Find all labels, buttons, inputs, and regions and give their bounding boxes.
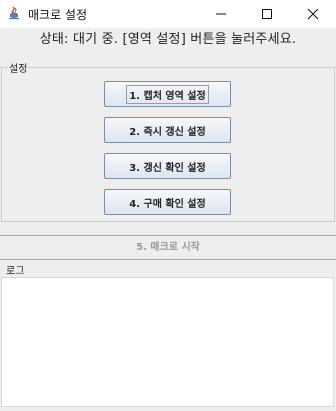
minimize-icon <box>216 13 226 15</box>
start-macro-button[interactable]: 5. 매크로 시작 <box>0 237 336 259</box>
maximize-icon <box>262 9 272 19</box>
separator-top <box>0 235 336 236</box>
close-icon <box>307 8 319 20</box>
maximize-button[interactable] <box>244 0 290 28</box>
settings-group-title: 설정 <box>8 60 29 75</box>
purchase-check-button[interactable]: 4. 구매 확인 설정 <box>104 189 231 215</box>
minimize-button[interactable] <box>198 0 244 28</box>
log-textarea[interactable] <box>1 277 334 407</box>
capture-area-button-label: 1. 캡처 영역 설정 <box>126 84 209 104</box>
status-label: 상태: 대기 중. [영역 설정] 버튼을 눌러주세요. <box>39 32 297 47</box>
instant-refresh-button[interactable]: 2. 즉시 갱신 설정 <box>104 117 231 143</box>
capture-area-button[interactable]: 1. 캡처 영역 설정 <box>104 81 231 107</box>
log-title: 로그 <box>6 266 25 277</box>
window-title: 매크로 설정 <box>28 8 88 22</box>
java-app-icon <box>6 5 22 21</box>
refresh-check-button[interactable]: 3. 갱신 확인 설정 <box>104 153 231 179</box>
separator-bottom <box>0 259 336 260</box>
close-button[interactable] <box>290 0 336 28</box>
title-bar: 매크로 설정 <box>0 0 336 28</box>
